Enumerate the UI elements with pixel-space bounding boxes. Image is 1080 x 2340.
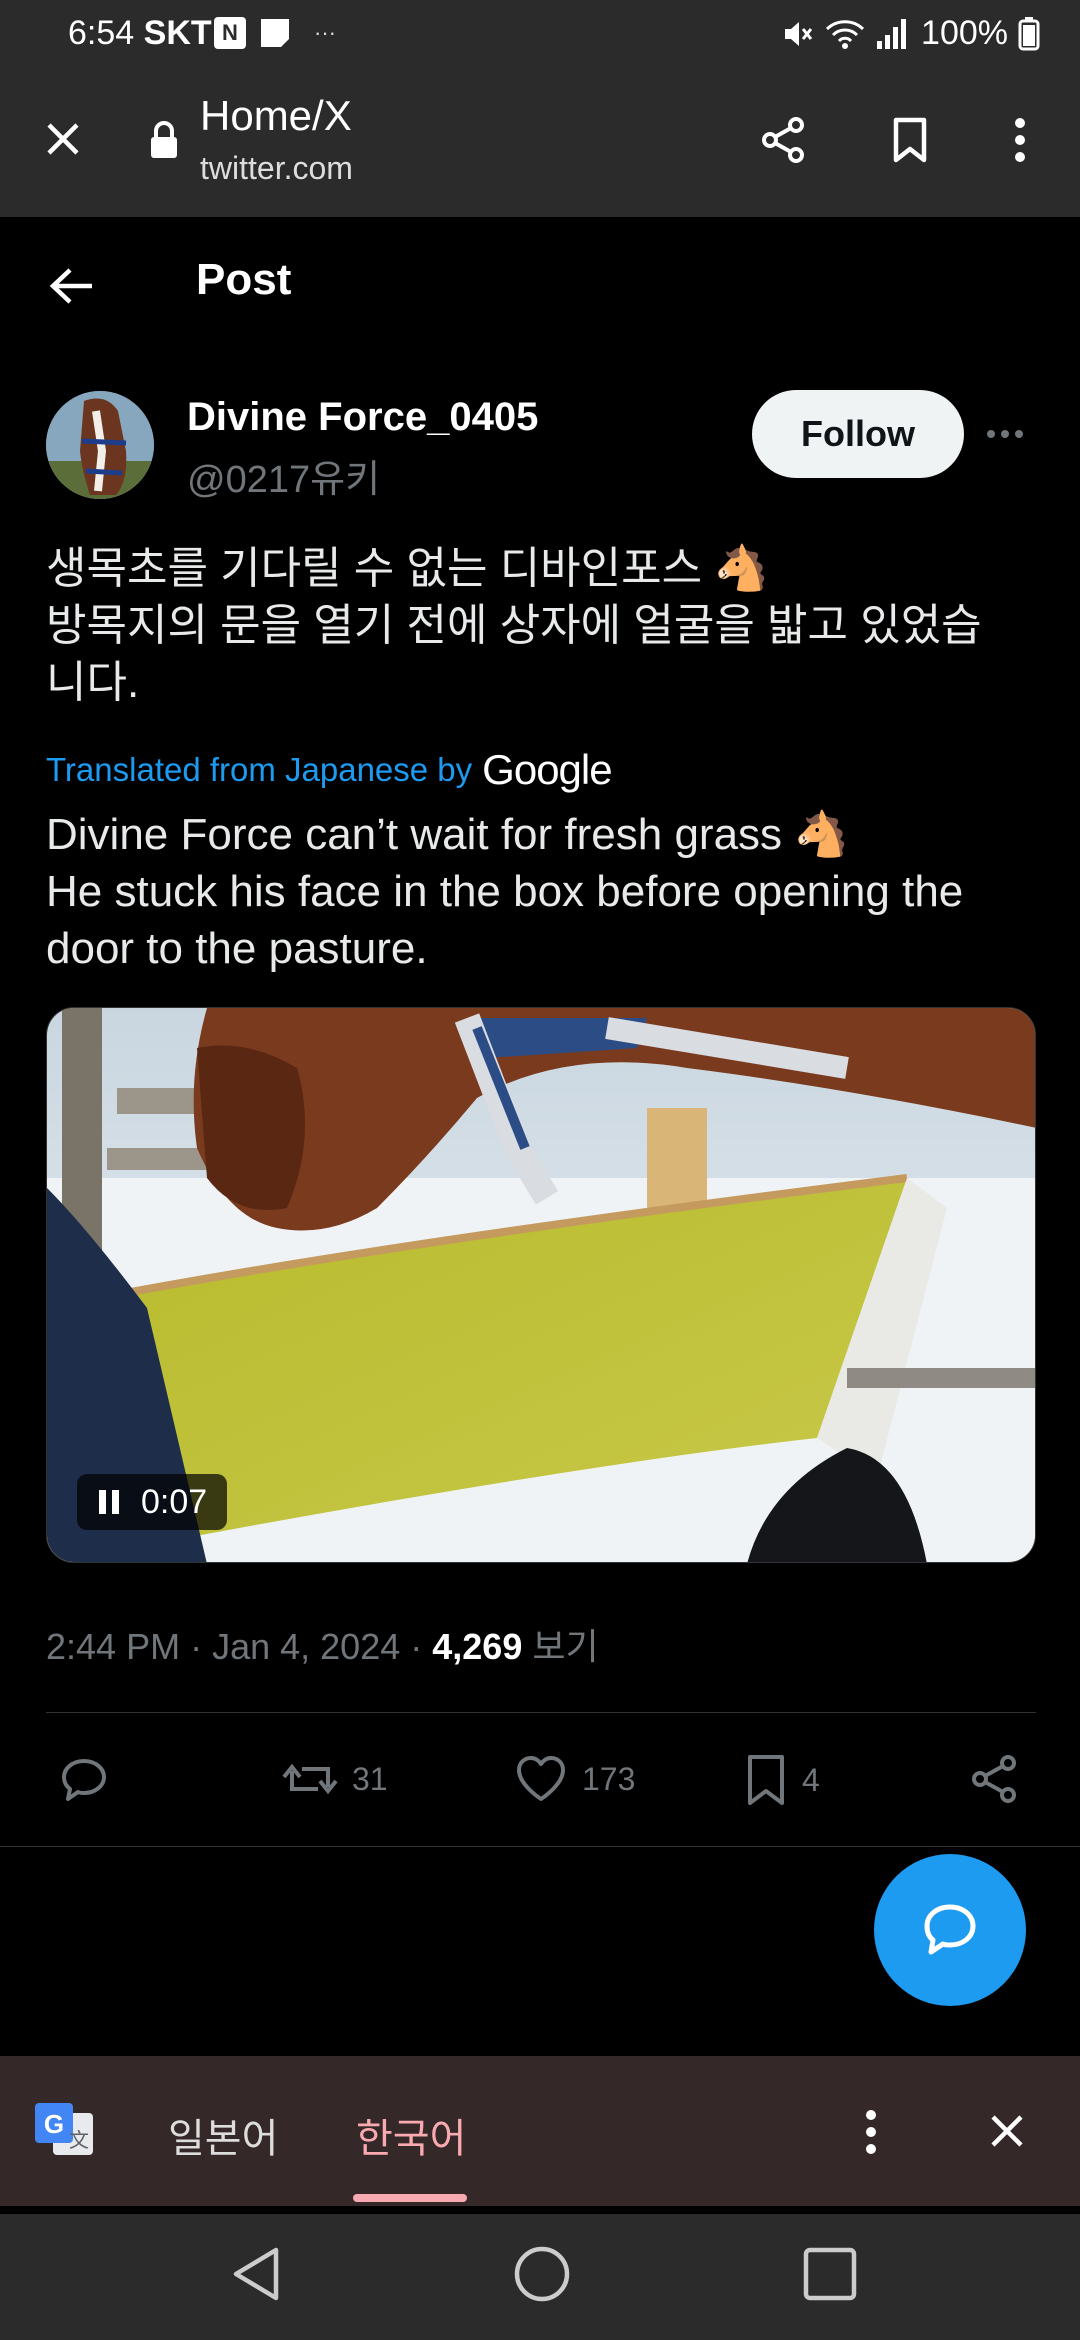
meta-separator: · bbox=[410, 1626, 433, 1667]
bookmark-count: 4 bbox=[802, 1761, 820, 1798]
tweet-line: 생목초를 기다릴 수 없는 디바인포스 🐴 bbox=[46, 544, 770, 593]
tweet-text: 생목초를 기다릴 수 없는 디바인포스 🐴 방목지의 문을 열기 전에 상자에 … bbox=[46, 540, 1046, 711]
reply-icon bbox=[62, 1759, 106, 1801]
post-meta: 2:44 PM · Jan 4, 2024 · 4,269 보기 bbox=[46, 1618, 599, 1670]
divider bbox=[0, 1846, 1080, 1847]
like-count: 173 bbox=[582, 1760, 636, 1797]
retweet-count: 31 bbox=[352, 1760, 388, 1797]
translation-attribution[interactable]: Translated from Japanese by Google bbox=[46, 746, 613, 794]
lock-icon bbox=[148, 118, 180, 162]
bookmark-icon bbox=[893, 117, 927, 163]
active-tab-indicator bbox=[353, 2194, 467, 2202]
carrier-name: SKT bbox=[143, 14, 212, 52]
post-header: Post bbox=[0, 217, 1080, 351]
system-nav-bar bbox=[0, 2214, 1080, 2340]
share-post-button[interactable] bbox=[968, 1753, 1020, 1805]
video-player[interactable]: 0:07 bbox=[46, 1007, 1036, 1563]
horse-avatar-image bbox=[46, 391, 154, 499]
author-handle[interactable]: @0217유키 bbox=[187, 448, 380, 503]
naver-notification-icon: N bbox=[214, 17, 246, 49]
reply-bubble-icon bbox=[924, 1904, 976, 1955]
video-time-chip[interactable]: 0:07 bbox=[77, 1474, 228, 1530]
source-language-tab[interactable]: 일본어 bbox=[168, 2106, 278, 2164]
share-icon bbox=[972, 1755, 1016, 1803]
translate-close-button[interactable] bbox=[982, 2106, 1032, 2156]
status-bar: 6:54 SKT N ··· 100% bbox=[0, 0, 1080, 72]
wifi-icon bbox=[825, 19, 865, 49]
avatar[interactable] bbox=[46, 391, 154, 499]
translated-label: Translated from Japanese by bbox=[46, 751, 473, 788]
back-button[interactable] bbox=[44, 259, 98, 313]
retweet-icon bbox=[282, 1763, 338, 1795]
share-button[interactable] bbox=[755, 112, 811, 168]
reply-button[interactable] bbox=[58, 1753, 110, 1805]
tweet-line: 방목지의 문을 열기 전에 상자에 얼굴을 밟고 있었습 bbox=[46, 601, 982, 650]
note-notification-icon bbox=[261, 19, 289, 47]
nav-home-button[interactable] bbox=[512, 2244, 572, 2309]
battery-percent: 100% bbox=[921, 14, 1008, 52]
views-count: 4,269 bbox=[432, 1626, 523, 1667]
post-actions: 31 173 4 bbox=[0, 1745, 1080, 1815]
nav-back-icon bbox=[233, 2247, 279, 2301]
bookmark-button[interactable]: 4 bbox=[744, 1753, 820, 1807]
heart-icon bbox=[517, 1756, 565, 1801]
post-time[interactable]: 2:44 PM bbox=[46, 1626, 180, 1667]
signal-icon bbox=[877, 18, 907, 49]
nav-recents-icon bbox=[803, 2247, 857, 2301]
share-icon bbox=[762, 117, 804, 163]
bookmark-icon bbox=[748, 1755, 784, 1805]
pause-icon bbox=[99, 1490, 119, 1514]
translate-bar: G文 일본어 한국어 bbox=[0, 2056, 1080, 2206]
like-button[interactable]: 173 bbox=[514, 1753, 635, 1805]
clock: 6:54 bbox=[68, 14, 135, 52]
meta-separator: · bbox=[190, 1626, 213, 1667]
page-title[interactable]: Home/X bbox=[200, 92, 352, 140]
nav-recents-button[interactable] bbox=[800, 2244, 860, 2309]
more-vertical-icon bbox=[866, 2110, 876, 2154]
compose-reply-fab[interactable] bbox=[874, 1854, 1026, 2006]
more-notifications-icon: ··· bbox=[314, 20, 336, 45]
status-right: 100% bbox=[781, 14, 1040, 53]
google-logo: Google bbox=[482, 746, 612, 793]
close-icon bbox=[991, 2115, 1023, 2147]
tweet-translation: Divine Force can’t wait for fresh grass … bbox=[46, 806, 1046, 977]
target-language-tab[interactable]: 한국어 bbox=[356, 2106, 466, 2164]
post-date[interactable]: Jan 4, 2024 bbox=[212, 1626, 400, 1667]
notification-icons: N ··· bbox=[214, 16, 336, 50]
post-title: Post bbox=[196, 255, 292, 304]
author-name[interactable]: Divine Force_0405 bbox=[187, 395, 538, 440]
svg-text:文: 文 bbox=[69, 2128, 89, 2152]
status-time: 6:54 SKT bbox=[68, 14, 212, 53]
svg-text:G: G bbox=[44, 2109, 64, 2139]
back-arrow-icon bbox=[49, 268, 92, 304]
browser-toolbar: Home/X twitter.com bbox=[0, 72, 1080, 217]
close-icon bbox=[47, 123, 79, 155]
battery-icon bbox=[1018, 16, 1040, 50]
retweet-button[interactable]: 31 bbox=[282, 1753, 388, 1805]
bookmark-page-button[interactable] bbox=[882, 112, 938, 168]
nav-back-button[interactable] bbox=[228, 2244, 284, 2309]
browser-menu-button[interactable] bbox=[1000, 112, 1040, 168]
translation-line: He stuck his face in the box before open… bbox=[46, 867, 964, 916]
mute-icon bbox=[785, 21, 813, 46]
more-vertical-icon bbox=[1015, 118, 1025, 162]
translation-line: Divine Force can’t wait for fresh grass … bbox=[46, 810, 850, 859]
follow-button[interactable]: Follow bbox=[752, 390, 964, 478]
video-elapsed: 0:07 bbox=[141, 1482, 208, 1521]
divider bbox=[46, 1712, 1036, 1713]
google-translate-icon[interactable]: G文 bbox=[32, 2098, 96, 2162]
translation-line: door to the pasture. bbox=[46, 924, 428, 973]
post-more-button[interactable] bbox=[985, 405, 1025, 450]
tweet-line: 니다. bbox=[46, 658, 140, 707]
close-tab-button[interactable] bbox=[38, 114, 88, 164]
url-host[interactable]: twitter.com bbox=[200, 150, 353, 187]
nav-home-icon bbox=[514, 2246, 570, 2302]
views-label: 보기 bbox=[532, 1626, 599, 1667]
translate-menu-button[interactable] bbox=[856, 2104, 886, 2160]
more-horizontal-icon bbox=[987, 430, 1023, 438]
